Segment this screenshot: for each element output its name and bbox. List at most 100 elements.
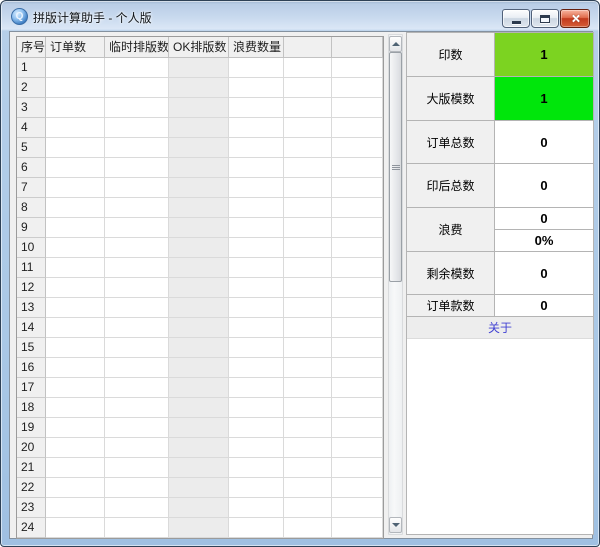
table-cell[interactable] (105, 118, 169, 138)
table-cell[interactable] (284, 98, 332, 118)
vertical-scrollbar[interactable] (388, 34, 403, 535)
table-cell[interactable] (46, 478, 105, 498)
table-cell[interactable] (169, 398, 229, 418)
minimize-button[interactable] (502, 9, 530, 28)
table-cell[interactable] (284, 218, 332, 238)
scroll-up-button[interactable] (389, 36, 402, 52)
table-cell[interactable] (46, 338, 105, 358)
table-cell[interactable] (284, 358, 332, 378)
table-cell[interactable] (46, 498, 105, 518)
table-cell[interactable] (284, 338, 332, 358)
table-cell[interactable] (46, 318, 105, 338)
table-cell[interactable] (229, 478, 284, 498)
table-cell[interactable] (284, 378, 332, 398)
table-cell[interactable] (105, 338, 169, 358)
table-cell[interactable] (46, 378, 105, 398)
table-cell[interactable] (46, 158, 105, 178)
table-cell[interactable] (105, 98, 169, 118)
table-cell[interactable] (332, 198, 383, 218)
table-cell[interactable] (105, 398, 169, 418)
table-cell[interactable] (46, 138, 105, 158)
table-cell[interactable] (284, 318, 332, 338)
table-cell[interactable] (332, 338, 383, 358)
table-cell[interactable] (229, 298, 284, 318)
table-cell[interactable] (332, 278, 383, 298)
table-cell[interactable] (169, 478, 229, 498)
table-cell[interactable] (169, 218, 229, 238)
table-cell[interactable] (105, 478, 169, 498)
table-cell[interactable] (105, 418, 169, 438)
table-cell[interactable] (169, 158, 229, 178)
table-cell[interactable] (169, 98, 229, 118)
table-cell[interactable] (332, 118, 383, 138)
table-cell[interactable] (169, 498, 229, 518)
table-cell[interactable] (284, 418, 332, 438)
table-cell[interactable] (46, 258, 105, 278)
table-cell[interactable] (105, 358, 169, 378)
table-cell[interactable] (229, 358, 284, 378)
table-cell[interactable] (332, 518, 383, 538)
table-cell[interactable] (284, 78, 332, 98)
table-cell[interactable] (105, 318, 169, 338)
table-cell[interactable] (105, 458, 169, 478)
table-cell[interactable] (332, 398, 383, 418)
close-button[interactable] (560, 9, 590, 28)
table-cell[interactable] (332, 478, 383, 498)
table-cell[interactable] (284, 158, 332, 178)
table-cell[interactable] (229, 218, 284, 238)
table-cell[interactable] (105, 238, 169, 258)
table-cell[interactable] (284, 138, 332, 158)
table-cell[interactable] (229, 158, 284, 178)
table-cell[interactable] (284, 118, 332, 138)
table-cell[interactable] (229, 118, 284, 138)
table-cell[interactable] (284, 258, 332, 278)
titlebar[interactable]: Q 拼版计算助手 - 个人版 (1, 1, 599, 31)
table-cell[interactable] (169, 58, 229, 78)
scroll-down-button[interactable] (389, 517, 402, 533)
table-cell[interactable] (46, 58, 105, 78)
table-cell[interactable] (229, 398, 284, 418)
table-cell[interactable] (169, 438, 229, 458)
table-cell[interactable] (284, 278, 332, 298)
table-cell[interactable] (46, 438, 105, 458)
table-cell[interactable] (46, 218, 105, 238)
table-cell[interactable] (46, 458, 105, 478)
table-cell[interactable] (169, 298, 229, 318)
table-cell[interactable] (169, 458, 229, 478)
table-cell[interactable] (332, 378, 383, 398)
table-cell[interactable] (229, 498, 284, 518)
table-cell[interactable] (229, 318, 284, 338)
table-cell[interactable] (169, 318, 229, 338)
table-cell[interactable] (284, 198, 332, 218)
maximize-button[interactable] (531, 9, 559, 28)
table-cell[interactable] (229, 278, 284, 298)
table-cell[interactable] (229, 198, 284, 218)
table-cell[interactable] (105, 158, 169, 178)
table-cell[interactable] (284, 438, 332, 458)
table-cell[interactable] (229, 78, 284, 98)
table-cell[interactable] (46, 178, 105, 198)
table-cell[interactable] (284, 238, 332, 258)
table-cell[interactable] (332, 498, 383, 518)
table-cell[interactable] (46, 238, 105, 258)
scrollbar-thumb[interactable] (389, 52, 402, 282)
table-cell[interactable] (105, 518, 169, 538)
table-cell[interactable] (229, 58, 284, 78)
table-cell[interactable] (229, 338, 284, 358)
table-cell[interactable] (105, 378, 169, 398)
table-cell[interactable] (332, 358, 383, 378)
table-cell[interactable] (169, 378, 229, 398)
table-cell[interactable] (284, 518, 332, 538)
table-cell[interactable] (105, 258, 169, 278)
table-cell[interactable] (169, 138, 229, 158)
table-cell[interactable] (169, 258, 229, 278)
table-cell[interactable] (284, 178, 332, 198)
table-cell[interactable] (332, 138, 383, 158)
table-cell[interactable] (229, 518, 284, 538)
table-cell[interactable] (169, 338, 229, 358)
table-cell[interactable] (284, 478, 332, 498)
table-cell[interactable] (46, 278, 105, 298)
table-cell[interactable] (229, 458, 284, 478)
table-cell[interactable] (46, 98, 105, 118)
table-cell[interactable] (105, 278, 169, 298)
